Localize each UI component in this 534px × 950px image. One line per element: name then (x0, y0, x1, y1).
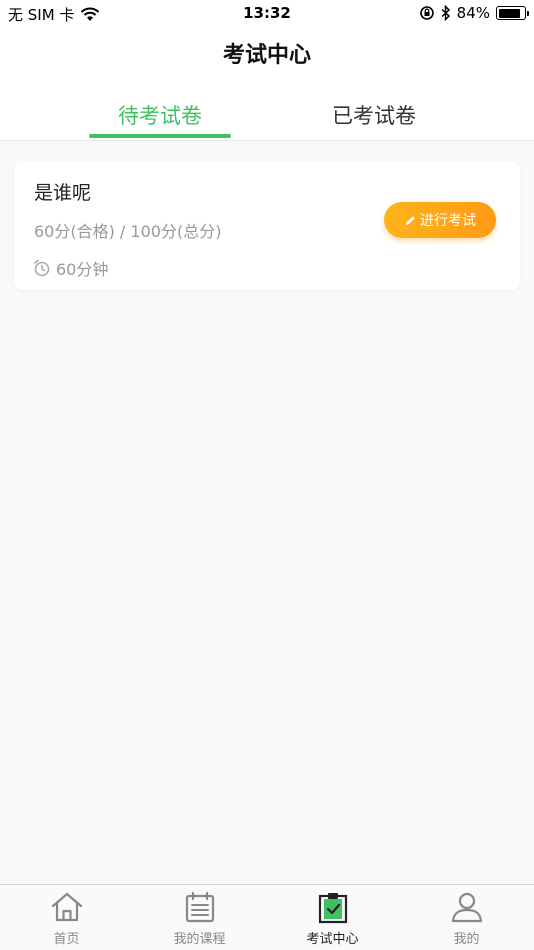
start-exam-button[interactable]: 进行考试 (384, 202, 496, 238)
status-right: 84% (419, 4, 529, 22)
exam-title: 是谁呢 (34, 182, 92, 204)
exam-card[interactable]: 是谁呢 60分(合格) / 100分(总分) 60分钟 进行考试 (14, 162, 520, 290)
status-bar: 无 SIM 卡 13:32 84% (0, 0, 534, 28)
rotation-lock-icon (419, 6, 434, 20)
exam-duration-text: 60分钟 (56, 260, 109, 279)
tab-completed-exams[interactable]: 已考试卷 (303, 98, 445, 138)
bottom-tab-bar: 首页 我的课程 考试中心 我的 (0, 884, 534, 950)
exam-score: 60分(合格) / 100分(总分) (34, 222, 222, 241)
battery-fill (498, 8, 520, 18)
battery-percent: 84% (456, 4, 490, 22)
pencil-icon (406, 215, 415, 225)
tabbar-label-exam-center: 考试中心 (306, 932, 359, 947)
active-tab-indicator (89, 134, 231, 138)
alarm-clock-icon (34, 259, 50, 277)
exam-center-screen: 无 SIM 卡 13:32 84% 考试中心 待考试卷 已考试卷 是谁呢 60分… (0, 0, 534, 950)
tabbar-item-home[interactable]: 首页 (0, 885, 133, 950)
bluetooth-icon (441, 5, 450, 21)
start-exam-label: 进行考试 (420, 213, 476, 229)
tabbar-item-me[interactable]: 我的 (400, 885, 533, 950)
tab-pending-exams[interactable]: 待考试卷 (89, 98, 231, 138)
battery-icon (496, 6, 529, 20)
exam-tabs: 待考试卷 已考试卷 (0, 88, 534, 141)
user-icon (451, 892, 482, 923)
tabbar-item-my-courses[interactable]: 我的课程 (133, 885, 266, 950)
tabbar-label-my-courses: 我的课程 (173, 932, 226, 947)
tabbar-label-home: 首页 (53, 932, 80, 947)
tabbar-item-exam-center[interactable]: 考试中心 (266, 885, 399, 950)
page-title: 考试中心 (0, 28, 534, 88)
tabbar-label-me: 我的 (453, 932, 480, 947)
home-icon (51, 892, 82, 922)
exam-duration: 60分钟 (32, 256, 108, 280)
clipboard-check-icon (318, 893, 347, 924)
calendar-icon (185, 891, 214, 923)
